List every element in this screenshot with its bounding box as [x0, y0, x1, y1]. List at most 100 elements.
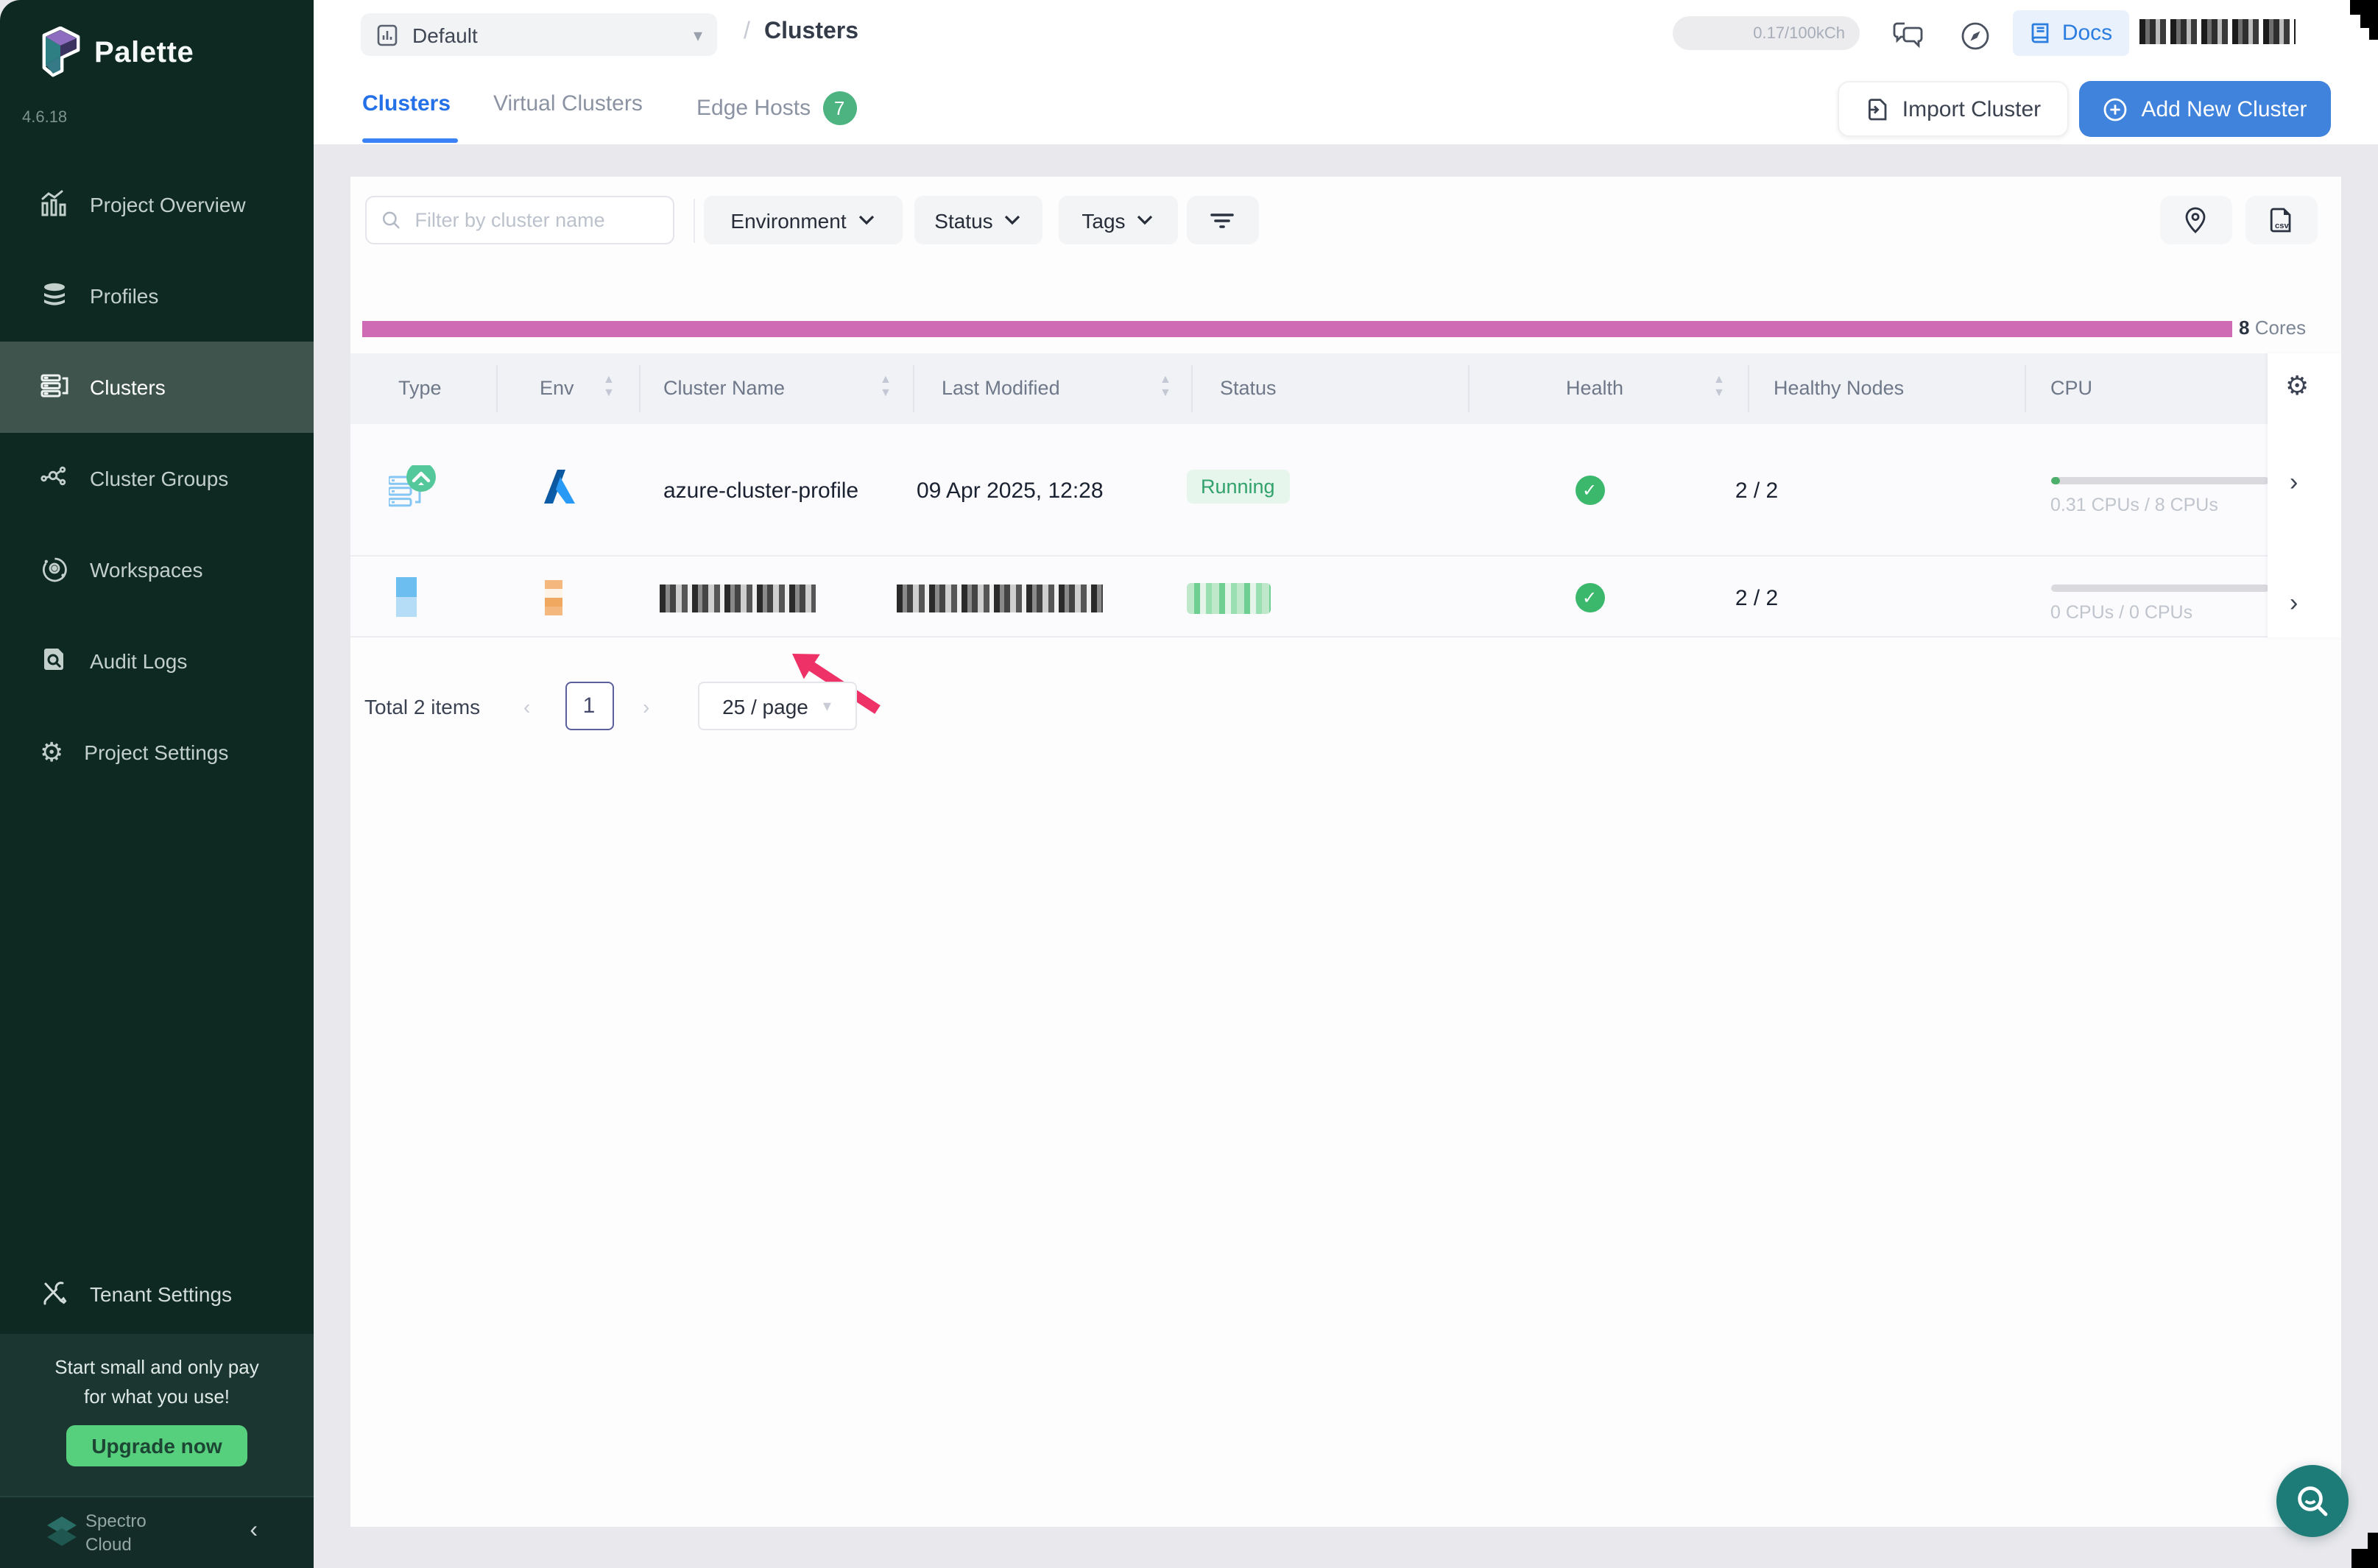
app-root: Palette 4.6.18 Project Overview — [0, 0, 2378, 1568]
healthy-nodes-cell: 2 / 2 — [1716, 478, 1797, 504]
edge-hosts-count-badge: 7 — [822, 91, 856, 125]
pagination-page-1[interactable]: 1 — [565, 682, 613, 730]
tools-icon — [40, 1277, 69, 1311]
environment-filter-label: Environment — [730, 208, 846, 232]
import-file-icon — [1866, 96, 1889, 121]
redaction-block — [2350, 0, 2378, 15]
sort-last-modified[interactable]: ▲▼ — [1160, 374, 1171, 399]
sort-env[interactable]: ▲▼ — [603, 374, 615, 399]
sort-cluster-name[interactable]: ▲▼ — [880, 374, 892, 399]
floating-search-button[interactable] — [2276, 1465, 2349, 1537]
status-filter-dropdown[interactable]: Status — [914, 196, 1042, 244]
audit-log-icon — [40, 644, 69, 678]
svg-text:csv: csv — [2275, 221, 2289, 230]
top-bar: Default ▾ / Clusters 0.17/100kCh Docs — [314, 0, 2378, 69]
upgrade-now-button[interactable]: Upgrade now — [66, 1425, 247, 1466]
col-status: Status — [1220, 377, 1277, 399]
cluster-servers-icon — [40, 370, 69, 404]
sidebar-item-label: Clusters — [90, 375, 166, 399]
cores-capacity-bar — [361, 321, 2231, 337]
project-selector[interactable]: Default ▾ — [361, 13, 717, 56]
sidebar-item-tenant-settings[interactable]: Tenant Settings — [0, 1254, 314, 1334]
docs-link[interactable]: Docs — [2013, 10, 2129, 56]
sidebar-item-cluster-groups[interactable]: Cluster Groups — [0, 433, 314, 524]
chevron-down-icon: ▾ — [823, 696, 831, 716]
explore-compass-icon[interactable] — [1955, 16, 1994, 54]
cluster-profile-type-icon — [388, 465, 438, 523]
azure-env-icon — [541, 467, 576, 514]
add-new-cluster-label: Add New Cluster — [2141, 96, 2307, 121]
sidebar-item-project-overview[interactable]: Project Overview — [0, 159, 314, 250]
more-filters-button[interactable] — [1186, 196, 1258, 244]
upgrade-promo: Start small and only pay for what you us… — [0, 1334, 314, 1496]
pagination-prev-chevron[interactable]: ‹ — [523, 695, 530, 718]
sidebar-item-project-settings[interactable]: ⚙ Project Settings — [0, 707, 314, 798]
cpu-usage-bar — [2050, 585, 2268, 592]
version-label: 4.6.18 — [22, 109, 67, 127]
table-settings-gear-icon[interactable]: ⚙ — [2285, 371, 2309, 402]
table-row-redacted[interactable]: ✓ 2 / 2 0 CPUs / 0 CPUs — [350, 557, 2268, 638]
search-input[interactable] — [412, 208, 657, 233]
col-env: Env — [540, 377, 574, 399]
sidebar-item-clusters[interactable]: Clusters — [0, 342, 314, 433]
cluster-search — [364, 196, 674, 244]
row-expand-chevron[interactable]: › — [2290, 589, 2298, 618]
cluster-name-cell[interactable]: azure-cluster-profile — [663, 478, 858, 504]
sidebar-nav: Project Overview Profiles — [0, 159, 314, 798]
table-row-azure-cluster-profile[interactable]: azure-cluster-profile 09 Apr 2025, 12:28… — [350, 424, 2268, 557]
tab-virtual-clusters[interactable]: Virtual Clusters — [493, 91, 643, 116]
usage-badge: 0.17/100kCh — [1673, 16, 1860, 50]
sidebar-item-label: Audit Logs — [90, 649, 187, 673]
col-cluster-name: Cluster Name — [663, 377, 785, 399]
cpu-usage-label: 0.31 CPUs / 8 CPUs — [2050, 495, 2218, 515]
sidebar-item-workspaces[interactable]: Workspaces — [0, 524, 314, 615]
collapse-sidebar-chevron[interactable]: ‹ — [250, 1518, 258, 1544]
location-pin-icon — [2184, 206, 2207, 234]
sidebar-item-label: Cluster Groups — [90, 467, 228, 490]
brand-name: Spectro Cloud — [85, 1509, 147, 1556]
sidebar-item-profiles[interactable]: Profiles — [0, 250, 314, 342]
status-badge: Running — [1186, 470, 1290, 504]
col-type: Type — [398, 377, 442, 399]
active-tab-underline — [362, 138, 458, 143]
export-csv-button[interactable]: csv — [2245, 196, 2317, 244]
table-actions-column: ⚙ › › — [2268, 353, 2341, 638]
csv-file-icon: csv — [2266, 205, 2296, 235]
network-nodes-icon — [40, 462, 69, 495]
docs-label: Docs — [2062, 21, 2112, 46]
chevron-down-icon — [1005, 215, 1021, 225]
col-healthy-nodes: Healthy Nodes — [1774, 377, 1904, 399]
redacted-status-badge — [1186, 583, 1270, 614]
page-size-value: 25 / page — [722, 694, 808, 718]
project-selector-value: Default — [412, 23, 478, 46]
cores-unit: Cores — [2255, 317, 2306, 339]
breadcrumb-separator: / — [744, 19, 750, 46]
last-modified-cell: 09 Apr 2025, 12:28 — [917, 478, 1104, 504]
status-filter-label: Status — [934, 208, 992, 232]
row-expand-chevron[interactable]: › — [2290, 468, 2298, 498]
import-cluster-button[interactable]: Import Cluster — [1838, 81, 2069, 137]
environment-filter-dropdown[interactable]: Environment — [703, 196, 902, 244]
sort-health[interactable]: ▲▼ — [1713, 374, 1725, 399]
sidebar-item-audit-logs[interactable]: Audit Logs — [0, 615, 314, 707]
sidebar-item-label: Project Settings — [84, 741, 228, 764]
chevron-down-icon — [1137, 215, 1154, 225]
col-health: Health — [1566, 377, 1623, 399]
redacted-type-icon — [395, 577, 416, 617]
map-view-button[interactable] — [2159, 196, 2231, 244]
palette-logo-icon — [38, 27, 82, 80]
feedback-chat-icon[interactable] — [1889, 16, 1927, 54]
brand-bar: Spectro Cloud ‹ — [0, 1496, 314, 1568]
redacted-cluster-name — [659, 585, 815, 612]
pagination-next-chevron[interactable]: › — [643, 695, 649, 718]
tab-edge-hosts[interactable]: Edge Hosts 7 — [696, 91, 856, 125]
redaction-block — [2369, 28, 2378, 40]
tags-filter-dropdown[interactable]: Tags — [1058, 196, 1177, 244]
add-new-cluster-button[interactable]: Add New Cluster — [2079, 81, 2331, 137]
sidebar: Palette 4.6.18 Project Overview — [0, 0, 314, 1568]
filter-lines-icon — [1210, 210, 1234, 230]
tab-clusters-label: Clusters — [362, 91, 451, 116]
cores-capacity-label: 8 Cores — [2239, 317, 2306, 339]
tab-clusters[interactable]: Clusters — [362, 91, 451, 116]
page-size-select[interactable]: 25 / page ▾ — [697, 682, 856, 730]
